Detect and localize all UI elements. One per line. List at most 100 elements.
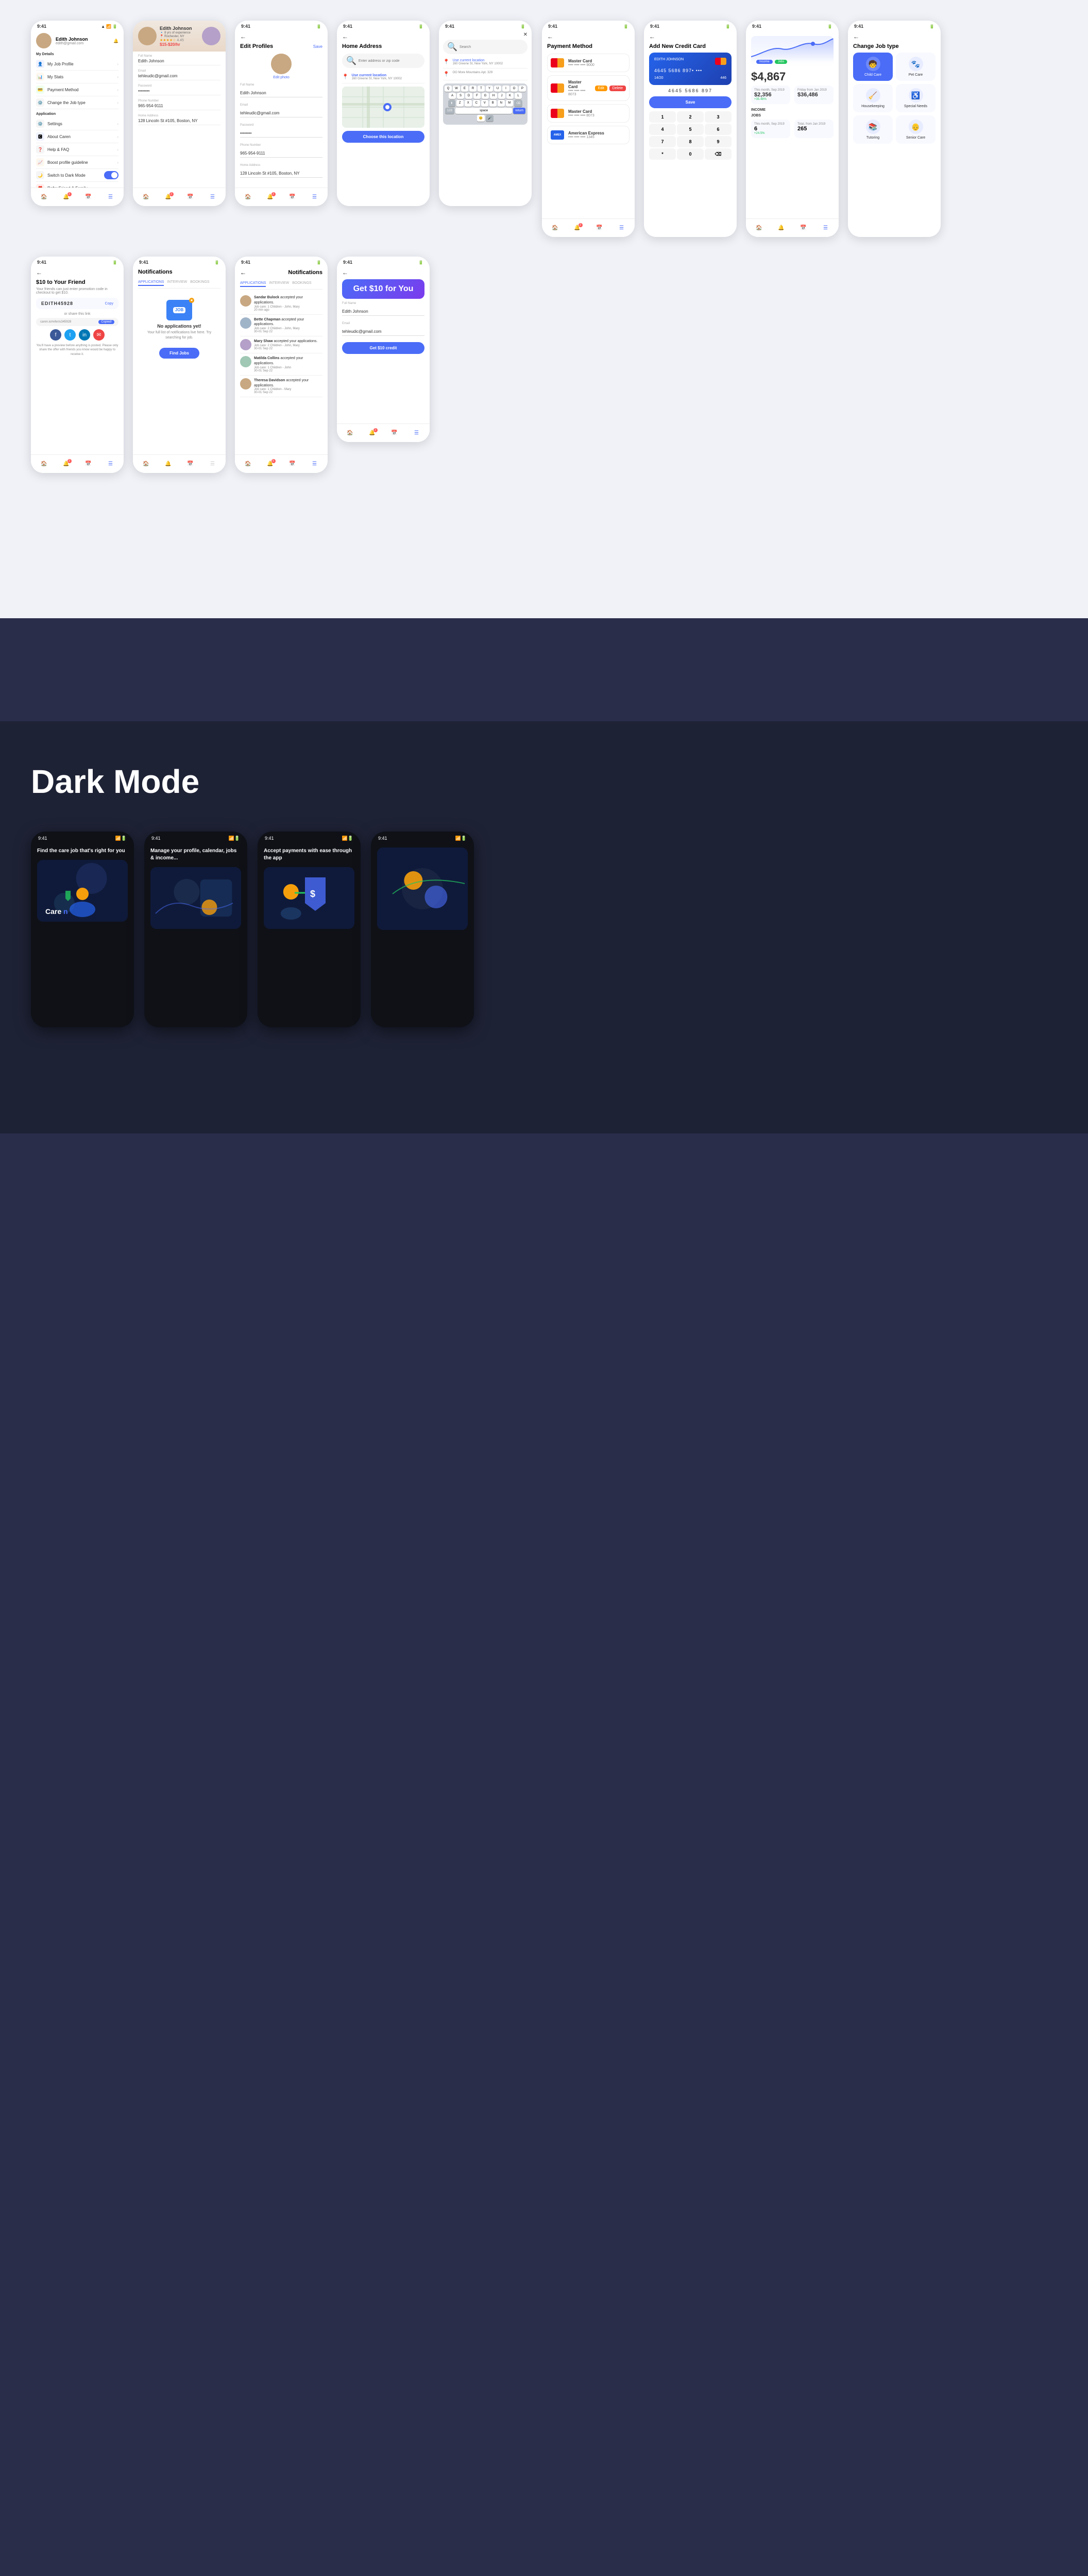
gc-email-input[interactable] [342, 328, 424, 336]
numpad-4[interactable]: 4 [649, 124, 676, 135]
facebook-share-icon[interactable]: f [50, 329, 61, 341]
numpad-7[interactable]: 7 [649, 136, 676, 147]
job-type-child-care[interactable]: 🧒 Child Care [853, 53, 893, 81]
nav-notifications-ref[interactable]: 🔔2 [61, 459, 72, 469]
kb-key-r[interactable]: R [469, 86, 477, 92]
nav-menu[interactable]: ☰ [106, 192, 116, 202]
use-current-location[interactable]: 📍 Use current location 160 Greene St, Ne… [342, 71, 424, 83]
kb-key-i[interactable]: I [502, 86, 509, 92]
kb-key-w[interactable]: W [453, 86, 460, 92]
kb-key-z[interactable]: Z [456, 100, 464, 107]
menu-item-stats[interactable]: 📊 My Stats › [36, 71, 118, 83]
nav-home-2[interactable]: 🏠 [141, 192, 151, 202]
back-arrow[interactable]: ← [240, 33, 322, 40]
numpad-8[interactable]: 8 [677, 136, 704, 147]
nav-home-pm[interactable]: 🏠 [550, 223, 560, 233]
kb-key-a[interactable]: A [449, 93, 456, 99]
kb-key-y[interactable]: Y [486, 86, 493, 92]
nav-home-gc[interactable]: 🏠 [345, 428, 355, 438]
kb-key-shift[interactable]: ⬆ [448, 100, 455, 107]
dark-mode-toggle[interactable] [104, 171, 118, 179]
edit-phone-input[interactable] [240, 149, 322, 158]
nav-menu-ref[interactable]: ☰ [106, 459, 116, 469]
kb-key-p[interactable]: P [519, 86, 526, 92]
job-type-pet-care[interactable]: 🐾 Pet Care [896, 53, 936, 81]
keyboard-search-bar[interactable]: 🔍 [443, 40, 528, 54]
nav-menu-pm[interactable]: ☰ [617, 223, 627, 233]
job-type-special-needs[interactable]: ♿ Special Needs [896, 84, 936, 112]
tab-interview[interactable]: INTERVIEW [167, 279, 187, 286]
nav-menu-ne[interactable]: ☰ [208, 459, 218, 469]
kb-key-t[interactable]: T [478, 86, 485, 92]
kb-key-s[interactable]: S [457, 93, 464, 99]
kb-use-current[interactable]: 📍 Use current location 160 Greene St, Ne… [443, 56, 528, 69]
kb-key-c[interactable]: C [473, 100, 480, 107]
kb-key-n[interactable]: N [498, 100, 505, 107]
nav-calendar-nl[interactable]: 📅 [287, 459, 298, 469]
close-icon[interactable]: ✕ [523, 32, 528, 38]
find-jobs-btn[interactable]: Find Jobs [159, 348, 199, 359]
linkedin-share-icon[interactable]: in [79, 329, 90, 341]
notification-icon[interactable]: 🔔 [113, 39, 118, 43]
menu-item-job-profile[interactable]: 👤 My Job Profile › [36, 58, 118, 71]
kb-more-address[interactable]: 📍 OO More Mountains Apt. 329 [443, 69, 528, 80]
menu-item-boost[interactable]: 📈 Boost profile guideline › [36, 156, 118, 169]
kb-key-m[interactable]: M [506, 100, 513, 107]
nav-notifications[interactable]: 🔔2 [61, 192, 72, 202]
nav-notifications-nl[interactable]: 🔔5 [265, 459, 276, 469]
kb-key-e[interactable]: E [461, 86, 468, 92]
gc-full-name-input[interactable] [342, 308, 424, 316]
nav-menu-nl[interactable]: ☰ [310, 459, 320, 469]
tab-bookings-nl[interactable]: BOOKINGS [292, 280, 311, 287]
keyboard-search-input[interactable] [460, 45, 523, 49]
menu-item-job-type[interactable]: ⚙️ Change the Job type › [36, 96, 118, 109]
edit-full-name-input[interactable] [240, 89, 322, 97]
job-type-senior-care[interactable]: 👴 Senior Care [896, 115, 936, 144]
menu-item-help[interactable]: ❓ Help & FAQ › [36, 143, 118, 156]
nav-notifications-stats[interactable]: 🔔 [776, 223, 787, 233]
nav-home-3[interactable]: 🏠 [243, 192, 253, 202]
nav-calendar-gc[interactable]: 📅 [389, 428, 400, 438]
kb-key-d[interactable]: D [465, 93, 472, 99]
numpad-3[interactable]: 3 [705, 111, 732, 123]
numpad-2[interactable]: 2 [677, 111, 704, 123]
kb-key-o[interactable]: O [511, 86, 518, 92]
edit-card-btn[interactable]: Edit [595, 86, 607, 91]
job-type-tutoring[interactable]: 📚 Tutoring [853, 115, 893, 144]
back-arrow-nl[interactable]: ← [240, 269, 246, 276]
email-share-icon[interactable]: ✉ [93, 329, 105, 341]
address-search-input[interactable] [359, 59, 420, 63]
kb-key-k[interactable]: K [506, 93, 514, 99]
numpad-9[interactable]: 9 [705, 136, 732, 147]
menu-item-dark-mode[interactable]: 🌙 Switch to Dark Mode [36, 169, 118, 182]
kb-key-b[interactable]: B [489, 100, 497, 107]
nav-menu-2[interactable]: ☰ [208, 192, 218, 202]
edit-photo-label[interactable]: Edit photo [273, 76, 290, 79]
nav-calendar[interactable]: 📅 [83, 192, 94, 202]
nav-home-nl[interactable]: 🏠 [243, 459, 253, 469]
save-action[interactable]: Save [313, 44, 322, 49]
delete-card-btn[interactable]: Delete [609, 86, 626, 91]
menu-item-settings[interactable]: ⚙️ Settings › [36, 117, 118, 130]
nav-notifications-gc[interactable]: 🔔2 [367, 428, 378, 438]
tab-interview-nl[interactable]: INTERVIEW [269, 280, 289, 287]
kb-key-l[interactable]: L [515, 93, 522, 99]
back-arrow-2[interactable]: ← [342, 33, 424, 40]
nav-notifications-pm[interactable]: 🔔2 [572, 223, 583, 233]
nav-notifications-3[interactable]: 🔔2 [265, 192, 276, 202]
nav-calendar-3[interactable]: 📅 [287, 192, 298, 202]
copy-btn[interactable]: Copy [105, 302, 113, 306]
edit-email-input[interactable] [240, 109, 322, 117]
nav-notifications-2[interactable]: 🔔2 [163, 192, 174, 202]
kb-key-u[interactable]: U [494, 86, 501, 92]
numpad-6[interactable]: 6 [705, 124, 732, 135]
nav-calendar-ref[interactable]: 📅 [83, 459, 94, 469]
nav-home[interactable]: 🏠 [39, 192, 49, 202]
kb-key-q[interactable]: Q [445, 86, 452, 92]
numpad-star[interactable]: * [649, 148, 676, 160]
edit-address-input[interactable] [240, 170, 322, 178]
kb-key-x[interactable]: X [465, 100, 472, 107]
tab-bookings[interactable]: BOOKINGS [190, 279, 209, 286]
nav-menu-gc[interactable]: ☰ [412, 428, 422, 438]
nav-notifications-ne[interactable]: 🔔 [163, 459, 174, 469]
